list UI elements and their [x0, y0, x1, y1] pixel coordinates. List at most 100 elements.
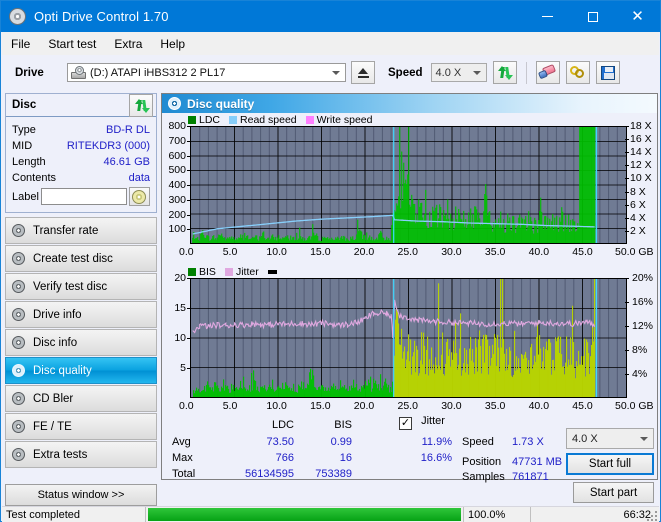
erase-button[interactable]: [535, 61, 560, 84]
chart-bis-x-tick: 30.0: [441, 400, 462, 412]
axis-tick-mark: [625, 165, 629, 167]
stats-header-ldc: LDC: [271, 419, 294, 431]
chevron-down-icon: [640, 436, 648, 441]
chart-bis-x-tick: 35.0: [484, 400, 506, 412]
sidebar-item-fe-te[interactable]: FE / TE: [5, 413, 157, 440]
chart-ldc-x-tick: 20.0: [353, 246, 375, 258]
refresh-icon: [497, 65, 514, 80]
chart-bis-x-tick: 5.0: [222, 400, 238, 412]
sidebar-item-disc-quality[interactable]: Disc quality: [5, 357, 157, 384]
axis-tick-mark: [187, 155, 190, 157]
disc-label-button[interactable]: [128, 187, 150, 206]
disc-row-length-value: 46.61 GB: [103, 156, 150, 168]
maximize-button[interactable]: [570, 1, 615, 32]
chart1-legend: LDC Read speed Write speed: [188, 114, 373, 126]
chart-bis-x-tick: 40.0: [528, 400, 550, 412]
stats-samples-key: Samples: [462, 471, 505, 483]
menu-file[interactable]: File: [2, 34, 39, 54]
chevron-down-icon: [332, 70, 340, 75]
disc-icon: [12, 447, 27, 462]
save-button[interactable]: [595, 61, 620, 84]
disc-icon: [12, 279, 27, 294]
progress-percent: 100.0%: [468, 508, 506, 521]
menu-extra[interactable]: Extra: [105, 34, 151, 54]
legend-label-write-speed: Write speed: [316, 114, 373, 126]
sidebar-item-label: Disc info: [33, 336, 78, 349]
axis-tick-mark: [187, 199, 190, 201]
disc-icon: [12, 307, 27, 322]
clip-button[interactable]: [565, 61, 590, 84]
sidebar-item-label: Verify test disc: [33, 280, 108, 293]
sidebar-item-extra-tests[interactable]: Extra tests: [5, 441, 157, 468]
stats-max-jitter: 16.6%: [420, 452, 452, 464]
disc-row-type-key: Type: [12, 124, 36, 136]
minimize-button[interactable]: [525, 1, 570, 32]
chart-ldc-x-tick: 15.0: [310, 246, 331, 258]
sidebar-item-create-test-disc[interactable]: Create test disc: [5, 245, 157, 272]
sidebar-item-cd-bler[interactable]: CD Bler: [5, 385, 157, 412]
legend-label-bis: BIS: [199, 266, 216, 278]
disc-icon: [12, 223, 27, 238]
result-speed-select-value: 4.0 X: [572, 432, 598, 445]
drive-select[interactable]: (D:) ATAPI iHBS312 2 PL17: [67, 63, 346, 82]
axis-tick-mark: [625, 139, 629, 141]
chart-bis-y-tick: 10: [174, 332, 186, 344]
chart-bis-jitter-y-tick: 20%: [632, 272, 654, 284]
chart-bis-jitter-y-tick: 12%: [632, 320, 654, 332]
chart-ldc-y-tick: 100: [168, 223, 186, 236]
axis-tick-mark: [187, 185, 190, 186]
close-button[interactable]: ✕: [615, 1, 660, 32]
sidebar-item-label: Extra tests: [33, 448, 88, 461]
save-icon: [600, 65, 615, 80]
disc-refresh-button[interactable]: [129, 93, 153, 117]
chart-bis-jitter-y-tick: 16%: [632, 296, 654, 308]
chart-ldc-speed-y-tick: 18 X: [630, 120, 652, 132]
jitter-checkbox[interactable]: ✓ Jitter: [399, 415, 445, 430]
disc-row-type: Type BD-R DL: [12, 122, 150, 138]
sidebar-item-label: CD Bler: [33, 392, 74, 405]
sidebar-item-disc-info[interactable]: Disc info: [5, 329, 157, 356]
axis-tick-mark: [187, 278, 190, 279]
sidebar-item-verify-test-disc[interactable]: Verify test disc: [5, 273, 157, 300]
disc-row-mid-key: MID: [12, 140, 33, 152]
chart-bis-x-tick: 10.0: [266, 400, 287, 412]
chart-ldc-y-tick: 400: [168, 179, 186, 191]
disc-icon: [12, 419, 27, 434]
drive-icon: [71, 66, 86, 79]
menu-start-test[interactable]: Start test: [39, 34, 105, 54]
resize-grip[interactable]: [647, 511, 657, 521]
eject-button[interactable]: [351, 61, 375, 84]
sidebar-item-label: FE / TE: [33, 420, 72, 433]
chart-bis-plot[interactable]: [190, 278, 627, 398]
status-bar: Test completed 100.0% 66:32: [2, 506, 659, 522]
jitter-checkbox-box: ✓: [399, 417, 412, 430]
chart-ldc-x-tick: 50.0 GB: [615, 246, 654, 258]
chart-bis-x-tick: 25.0: [397, 400, 418, 412]
axis-tick-mark: [187, 214, 190, 216]
axis-tick-mark: [625, 178, 629, 180]
legend-label-read-speed: Read speed: [240, 114, 297, 126]
stats-speed-key: Speed: [462, 436, 494, 448]
sidebar-item-transfer-rate[interactable]: Transfer rate: [5, 217, 157, 244]
cd-icon: [132, 189, 147, 204]
sidebar-item-drive-info[interactable]: Drive info: [5, 301, 157, 328]
result-speed-select[interactable]: 4.0 X: [566, 428, 654, 449]
axis-tick-mark: [625, 217, 629, 219]
legend-swatch-write-speed: [305, 116, 314, 124]
drive-select-value: (D:) ATAPI iHBS312 2 PL17: [90, 66, 226, 79]
disc-row-type-value: BD-R DL: [105, 124, 150, 136]
refresh-button[interactable]: [492, 61, 517, 84]
start-part-button[interactable]: Start part: [573, 482, 654, 503]
stats-avg-jitter: 11.9%: [421, 436, 452, 448]
status-window-button[interactable]: Status window >>: [5, 484, 157, 506]
chart2-legend: BIS Jitter: [188, 266, 277, 278]
speed-select[interactable]: 4.0 X: [430, 63, 487, 82]
axis-tick-mark: [625, 152, 629, 154]
disc-label-input[interactable]: [40, 188, 127, 205]
stats-header-bis: BIS: [334, 419, 352, 431]
chart-ldc-speed-y-tick: 10 X: [630, 172, 652, 185]
stats-max-bis: 16: [339, 452, 352, 464]
start-full-button[interactable]: Start full: [566, 453, 654, 475]
chart-ldc-plot[interactable]: [190, 126, 627, 244]
menu-help[interactable]: Help: [151, 34, 194, 54]
